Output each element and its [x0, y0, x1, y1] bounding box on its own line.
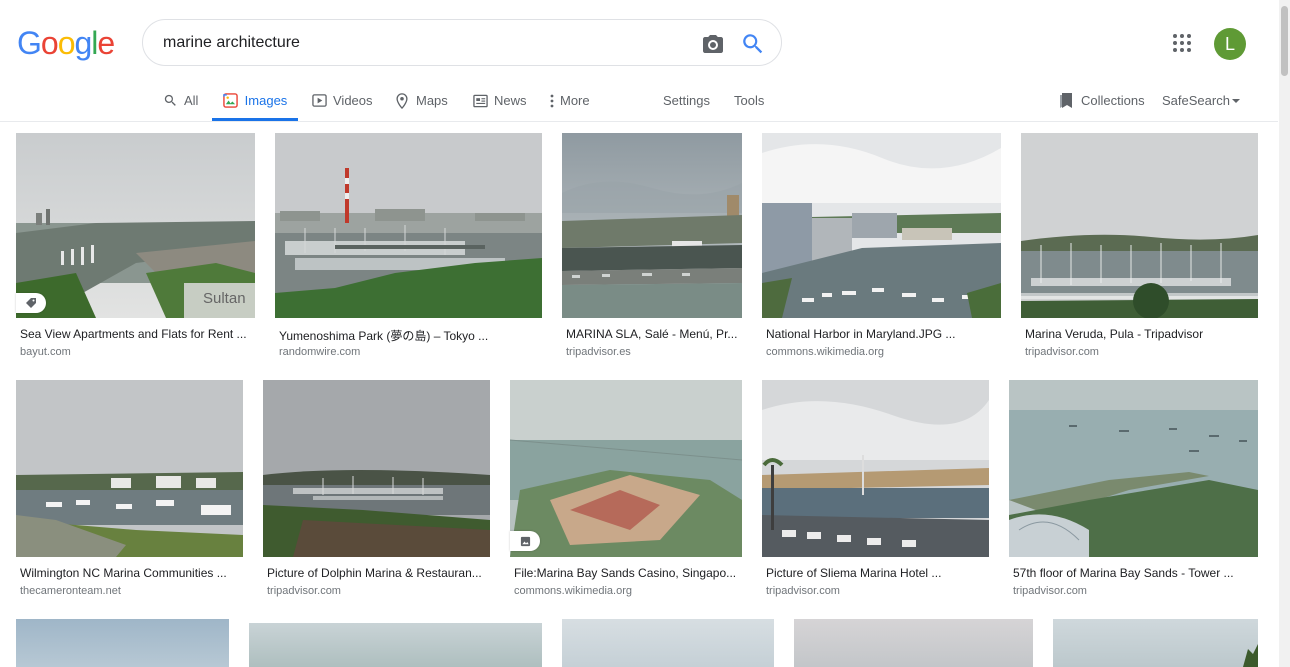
- logo-letter: o: [57, 25, 76, 61]
- search-icon: [743, 34, 763, 54]
- search-icon: [162, 93, 178, 109]
- result-thumbnail[interactable]: [510, 380, 742, 557]
- image-result[interactable]: Picture of Dolphin Marina & Restauran...…: [263, 380, 490, 605]
- safesearch-dropdown[interactable]: SafeSearch: [1162, 80, 1240, 121]
- image-result[interactable]: [16, 619, 229, 667]
- scrollbar-thumb[interactable]: [1281, 6, 1288, 76]
- image-result[interactable]: National Harbor in Maryland.JPG ... comm…: [762, 133, 1001, 363]
- result-thumbnail[interactable]: [762, 133, 1001, 318]
- result-thumbnail[interactable]: [275, 133, 542, 318]
- bookmark-icon: [1059, 92, 1074, 109]
- tab-label: News: [494, 93, 527, 108]
- news-icon: [472, 93, 488, 109]
- result-source[interactable]: tripadvisor.com: [766, 585, 840, 597]
- tab-label: Images: [244, 93, 288, 108]
- result-thumbnail[interactable]: [562, 133, 742, 318]
- tools-link[interactable]: Tools: [734, 80, 764, 121]
- result-thumbnail[interactable]: [16, 380, 243, 557]
- image-result[interactable]: Yumenoshima Park (夢の島) – Tokyo ... rando…: [275, 133, 542, 363]
- result-thumbnail[interactable]: [16, 619, 229, 667]
- image-icon: [510, 531, 540, 551]
- result-thumbnail[interactable]: [762, 380, 989, 557]
- apps-grid-icon[interactable]: [1170, 31, 1194, 55]
- search-box: [142, 19, 782, 66]
- image-result[interactable]: 57th floor of Marina Bay Sands - Tower .…: [1009, 380, 1258, 605]
- logo-letter: o: [40, 25, 59, 61]
- image-result[interactable]: Sultan Sea View Apartments and Flats for…: [16, 133, 255, 363]
- pin-icon: [394, 92, 410, 109]
- tab-videos[interactable]: Videos: [311, 80, 373, 121]
- search-tabs-bar: All Images Videos Maps News More Setting…: [0, 80, 1278, 122]
- result-source[interactable]: bayut.com: [20, 346, 71, 358]
- result-source[interactable]: commons.wikimedia.org: [514, 585, 632, 597]
- camera-icon[interactable]: [700, 32, 726, 56]
- result-thumbnail[interactable]: [263, 380, 490, 557]
- logo-letter: g: [74, 25, 92, 61]
- settings-link[interactable]: Settings: [663, 80, 710, 121]
- image-result[interactable]: [794, 619, 1033, 667]
- result-caption[interactable]: File:Marina Bay Sands Casino, Singapo...: [514, 566, 742, 580]
- image-result[interactable]: File:Marina Bay Sands Casino, Singapo...…: [510, 380, 742, 605]
- image-result[interactable]: [1053, 619, 1258, 667]
- result-caption[interactable]: Picture of Dolphin Marina & Restauran...: [267, 566, 490, 580]
- tab-label: More: [560, 93, 590, 108]
- image-result[interactable]: [562, 619, 774, 667]
- tag-icon: [16, 293, 46, 313]
- result-thumbnail[interactable]: [1021, 133, 1258, 318]
- result-source[interactable]: tripadvisor.com: [1013, 585, 1087, 597]
- result-caption[interactable]: National Harbor in Maryland.JPG ...: [766, 327, 1001, 341]
- result-source[interactable]: tripadvisor.es: [566, 346, 631, 358]
- safesearch-label: SafeSearch: [1162, 93, 1230, 108]
- result-caption[interactable]: 57th floor of Marina Bay Sands - Tower .…: [1013, 566, 1258, 580]
- avatar[interactable]: L: [1214, 28, 1246, 60]
- image-result[interactable]: Marina Veruda, Pula - Tripadvisor tripad…: [1021, 133, 1258, 363]
- logo-letter: e: [97, 25, 115, 61]
- result-thumbnail[interactable]: [1009, 380, 1258, 557]
- logo-letter: G: [17, 25, 42, 61]
- result-thumbnail[interactable]: [249, 623, 542, 667]
- tab-more[interactable]: More: [548, 80, 590, 121]
- search-input[interactable]: [163, 31, 683, 55]
- image-result[interactable]: Wilmington NC Marina Communities ... the…: [16, 380, 243, 605]
- result-caption[interactable]: Yumenoshima Park (夢の島) – Tokyo ...: [279, 327, 542, 344]
- result-caption[interactable]: Picture of Sliema Marina Hotel ...: [766, 566, 989, 580]
- result-caption[interactable]: Wilmington NC Marina Communities ...: [20, 566, 243, 580]
- tab-label: Maps: [416, 93, 448, 108]
- result-thumbnail[interactable]: [1053, 619, 1258, 667]
- image-result[interactable]: [249, 623, 542, 667]
- scrollbar[interactable]: [1279, 0, 1290, 667]
- search-button[interactable]: [740, 31, 766, 57]
- tab-images[interactable]: Images: [212, 80, 298, 121]
- tab-news[interactable]: News: [472, 80, 527, 121]
- result-source[interactable]: commons.wikimedia.org: [766, 346, 884, 358]
- result-thumbnail[interactable]: [794, 619, 1033, 667]
- more-vert-icon: [548, 93, 556, 109]
- tab-all[interactable]: All: [162, 80, 198, 121]
- result-thumbnail[interactable]: Sultan: [16, 133, 255, 318]
- image-icon: [223, 93, 239, 109]
- image-result[interactable]: MARINA SLA, Salé - Menú, Pr... tripadvis…: [562, 133, 742, 363]
- image-result[interactable]: Picture of Sliema Marina Hotel ... tripa…: [762, 380, 989, 605]
- tab-label: All: [184, 93, 199, 108]
- result-caption[interactable]: Sea View Apartments and Flats for Rent .…: [20, 327, 255, 341]
- tab-maps[interactable]: Maps: [394, 80, 448, 121]
- result-caption[interactable]: Marina Veruda, Pula - Tripadvisor: [1025, 327, 1258, 341]
- result-thumbnail[interactable]: [562, 619, 774, 667]
- result-source[interactable]: tripadvisor.com: [1025, 346, 1099, 358]
- play-icon: [311, 93, 327, 109]
- google-logo[interactable]: Google: [17, 25, 115, 61]
- tab-label: Videos: [333, 93, 373, 108]
- result-source[interactable]: randomwire.com: [279, 346, 360, 358]
- result-source[interactable]: tripadvisor.com: [267, 585, 341, 597]
- result-source[interactable]: thecameronteam.net: [20, 585, 121, 597]
- result-caption[interactable]: MARINA SLA, Salé - Menú, Pr...: [566, 327, 742, 341]
- overlay-text: Sultan: [203, 290, 246, 307]
- collections-link[interactable]: Collections: [1059, 80, 1145, 121]
- collections-label: Collections: [1081, 93, 1145, 108]
- chevron-down-icon: [1231, 98, 1240, 104]
